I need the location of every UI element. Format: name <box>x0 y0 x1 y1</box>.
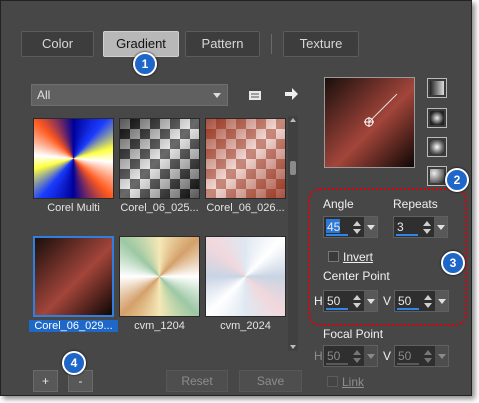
callout-badge-3: 3 <box>441 251 465 275</box>
focal-v-value[interactable]: 50 <box>398 349 411 363</box>
center-v-value[interactable]: 50 <box>398 294 411 308</box>
link-label[interactable]: Link <box>342 375 364 389</box>
focal-h-slider-toggle[interactable] <box>364 346 377 366</box>
swatch-label: cvm_1204 <box>134 320 185 332</box>
center-v-level-bar <box>397 308 419 310</box>
focal-h-value[interactable]: 50 <box>327 349 340 363</box>
angle-value[interactable]: 45 <box>327 220 340 234</box>
scrollbar-thumb[interactable] <box>290 161 296 175</box>
focal-h-spinner[interactable]: 50 <box>323 345 378 367</box>
gradient-style-linear-icon[interactable] <box>427 78 447 98</box>
swatch-image <box>33 118 114 199</box>
invert-checkbox[interactable] <box>328 251 339 262</box>
swatch-label: cvm_2024 <box>220 320 271 332</box>
angle-label: Angle <box>323 197 354 211</box>
gradient-panel: Color Gradient Pattern Texture 1 All Cor… <box>0 0 472 396</box>
swatch-label: Corel_06_025... <box>120 202 199 214</box>
angle-slider-toggle[interactable] <box>364 217 377 237</box>
swatch-label: Corel Multi <box>47 202 100 214</box>
swatch-cvm-2024[interactable]: cvm_2024 <box>205 236 286 332</box>
focal-h-stepper-arrows[interactable] <box>350 346 363 366</box>
save-button[interactable]: Save <box>239 370 302 392</box>
repeats-slider-toggle[interactable] <box>434 217 447 237</box>
focal-v-slider-toggle[interactable] <box>435 346 448 366</box>
add-button[interactable]: + <box>33 370 58 392</box>
swatch-image <box>119 236 200 317</box>
angle-handle-icon[interactable] <box>325 78 414 167</box>
swatch-corel-06-029[interactable]: Corel_06_029... <box>29 236 118 332</box>
gradient-style-sunburst-icon[interactable] <box>427 137 447 157</box>
browse-icon[interactable] <box>246 85 264 103</box>
chevron-down-icon <box>213 93 221 98</box>
focal-v-spinner[interactable]: 50 <box>394 345 449 367</box>
reset-button[interactable]: Reset <box>166 370 228 392</box>
center-h-level-bar <box>326 308 348 310</box>
swatch-image <box>119 118 200 199</box>
focal-v-stepper-arrows[interactable] <box>421 346 434 366</box>
swatch-scrollbar[interactable] <box>288 116 298 351</box>
focal-h-level-bar <box>326 363 348 365</box>
center-v-spinner[interactable]: 50 <box>394 290 449 312</box>
focal-v-label: V <box>383 349 392 363</box>
swatch-corel-06-026[interactable]: Corel_06_026... <box>205 118 286 214</box>
angle-spinner[interactable]: 45 <box>323 216 378 238</box>
tab-texture[interactable]: Texture <box>283 31 359 57</box>
angle-level-bar <box>326 234 348 236</box>
gradient-style-radial-icon[interactable] <box>427 166 447 186</box>
repeats-spinner[interactable]: 3 <box>393 216 448 238</box>
center-h-label: H <box>314 294 323 308</box>
swatch-label: Corel_06_026... <box>206 202 285 214</box>
repeats-label: Repeats <box>393 197 438 211</box>
category-dropdown[interactable]: All <box>31 84 228 106</box>
center-h-value[interactable]: 50 <box>327 294 340 308</box>
repeats-level-bar <box>396 234 418 236</box>
callout-badge-4: 4 <box>62 351 86 375</box>
swatch-corel-multi[interactable]: Corel Multi <box>33 118 114 214</box>
invert-label[interactable]: Invert <box>343 250 373 264</box>
swatch-image <box>205 236 286 317</box>
repeats-value[interactable]: 3 <box>397 220 404 234</box>
arrow-right-icon[interactable] <box>282 85 300 103</box>
center-h-slider-toggle[interactable] <box>364 291 377 311</box>
gradient-preview[interactable] <box>324 77 415 168</box>
repeats-stepper-arrows[interactable] <box>420 217 433 237</box>
callout-badge-2: 2 <box>445 168 469 192</box>
angle-stepper-arrows[interactable] <box>350 217 363 237</box>
scroll-down-icon[interactable] <box>290 345 296 349</box>
swatch-image <box>33 236 114 317</box>
center-v-slider-toggle[interactable] <box>435 291 448 311</box>
center-point-label: Center Point <box>323 269 390 283</box>
swatch-image <box>205 118 286 199</box>
tab-divider <box>271 34 272 54</box>
center-h-spinner[interactable]: 50 <box>323 290 378 312</box>
tab-pattern[interactable]: Pattern <box>185 31 260 57</box>
link-checkbox[interactable] <box>327 376 338 387</box>
focal-v-level-bar <box>397 363 419 365</box>
category-dropdown-value: All <box>37 88 51 102</box>
center-h-stepper-arrows[interactable] <box>350 291 363 311</box>
center-v-stepper-arrows[interactable] <box>421 291 434 311</box>
swatch-cvm-1204[interactable]: cvm_1204 <box>119 236 200 332</box>
focal-h-label: H <box>314 349 323 363</box>
gradient-style-rectangular-icon[interactable] <box>427 108 447 128</box>
callout-badge-1: 1 <box>133 52 157 76</box>
tab-color[interactable]: Color <box>21 31 94 57</box>
swatch-corel-06-025[interactable]: Corel_06_025... <box>119 118 200 214</box>
center-v-label: V <box>383 294 392 308</box>
swatch-label: Corel_06_029... <box>29 320 118 332</box>
focal-point-label: Focal Point <box>323 327 384 341</box>
scroll-up-icon[interactable] <box>290 118 296 122</box>
